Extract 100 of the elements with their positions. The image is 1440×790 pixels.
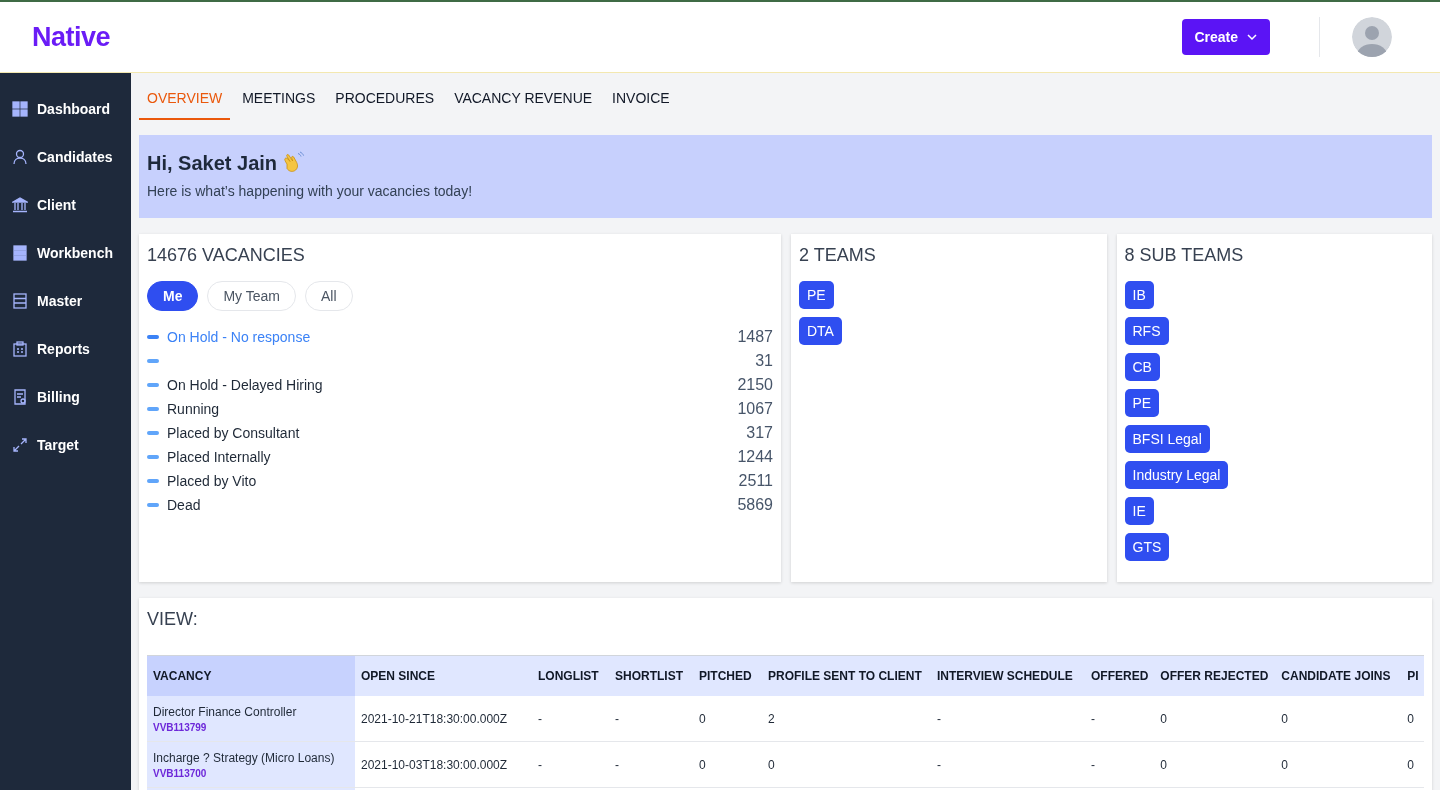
card-title: 14676 VACANCIES — [147, 244, 306, 267]
chevron-down-icon — [1246, 31, 1258, 43]
status-count: 1244 — [737, 448, 773, 466]
vacancy-name: Incharge ? Strategy (Micro Loans) — [153, 750, 336, 765]
column-header: INTERVIEW SCHEDULE — [931, 655, 1085, 696]
vacancy-code[interactable]: VVB113799 — [153, 721, 349, 733]
column-header: OPEN SINCE — [355, 655, 532, 696]
status-dash-icon — [147, 455, 159, 459]
table-cell: - — [1085, 696, 1155, 742]
logo[interactable]: Native — [32, 21, 111, 53]
status-count: 31 — [755, 352, 773, 370]
server-icon — [12, 245, 28, 261]
greeting-title: Hi, Saket Jain — [147, 151, 278, 175]
table-cell: 0 — [1154, 696, 1276, 742]
status-row[interactable]: Running 1067 — [147, 397, 773, 421]
receipt-icon — [12, 389, 28, 405]
table-cell: 2 — [762, 696, 931, 742]
status-row[interactable]: Placed by Consultant 317 — [147, 421, 773, 445]
table-cell: - — [609, 741, 693, 788]
team-tag[interactable]: PE — [799, 281, 834, 309]
sidebar-item[interactable]: Candidates — [0, 133, 131, 181]
status-row[interactable]: On Hold - Delayed Hiring 2150 — [147, 373, 773, 397]
card-title: 2 TEAMS — [799, 244, 876, 267]
bank-icon — [12, 197, 28, 213]
status-label: Running — [167, 401, 221, 417]
clipboard-icon — [12, 341, 28, 357]
sub-team-tag[interactable]: GTS — [1124, 533, 1170, 561]
sidebar-item[interactable]: Target — [0, 421, 131, 469]
table-cell: 0 — [1275, 696, 1402, 742]
column-header: VACANCY — [147, 655, 355, 696]
sidebar-item[interactable]: Client — [0, 181, 131, 229]
status-row[interactable]: Placed by Vito 2511 — [147, 469, 773, 493]
banner-subtitle: Here is what’s happening with your vacancies today! — [147, 183, 474, 199]
status-count: 317 — [746, 424, 773, 442]
status-count: 2150 — [737, 376, 773, 394]
status-count: 5869 — [737, 496, 773, 514]
status-label: Placed Internally — [167, 449, 272, 465]
status-count: 2511 — [738, 472, 773, 490]
status-row[interactable]: Placed Internally 1244 — [147, 445, 773, 469]
status-label: Placed by Vito — [167, 473, 258, 489]
sidebar-item[interactable]: Dashboard — [0, 85, 131, 133]
table-cell: 0 — [1401, 741, 1424, 788]
user-icon — [12, 149, 28, 165]
column-header: SHORTLIST — [609, 655, 693, 696]
table-cell: 0 — [693, 696, 762, 742]
sub-team-tag[interactable]: IE — [1124, 497, 1154, 525]
status-dash-icon — [147, 503, 159, 507]
card-title: VIEW: — [147, 608, 199, 631]
vacancy-code[interactable]: VVB113700 — [153, 767, 349, 779]
table-cell: 0 — [693, 741, 762, 788]
table-cell: 0 — [1275, 741, 1402, 788]
sub-team-tag[interactable]: RFS — [1124, 317, 1169, 345]
tab[interactable]: VACANCY REVENUE — [446, 90, 601, 120]
status-dash-icon — [147, 479, 159, 483]
status-row[interactable]: On Hold - No response 1487 — [147, 325, 773, 349]
create-button[interactable]: Create — [1182, 19, 1270, 55]
filter-pill[interactable]: All — [305, 281, 353, 311]
sub-team-tag[interactable]: CB — [1124, 353, 1160, 381]
sub-team-tag[interactable]: PE — [1124, 389, 1160, 417]
sidebar-item[interactable]: Reports — [0, 325, 131, 373]
sub-team-tag[interactable]: Industry Legal — [1124, 461, 1229, 489]
tab[interactable]: INVOICE — [604, 90, 678, 120]
waving-hand-icon — [281, 151, 306, 175]
table-cell: - — [931, 696, 1085, 742]
status-dash-icon — [147, 407, 159, 411]
sidebar-item[interactable]: Workbench — [0, 229, 131, 277]
card-title: 8 SUB TEAMS — [1124, 244, 1244, 267]
column-header: OFFERED — [1085, 655, 1155, 696]
status-count: 1067 — [737, 400, 773, 418]
status-dash-icon — [147, 383, 159, 387]
filter-pill[interactable]: Me — [147, 281, 199, 311]
status-dash-icon — [147, 359, 159, 363]
sub-team-tag[interactable]: IB — [1124, 281, 1154, 309]
status-row[interactable]: 31 — [147, 349, 773, 373]
filter-pill[interactable]: My Team — [207, 281, 296, 311]
avatar-icon[interactable] — [1352, 17, 1392, 57]
table-cell: 0 — [1401, 696, 1424, 742]
table-cell: - — [532, 741, 609, 788]
table-cell: 0 — [762, 741, 931, 788]
table-cell: 2021-10-21T18:30:00.000Z — [355, 696, 532, 742]
status-label: Dead — [167, 497, 202, 513]
column-header: LONGLIST — [532, 655, 609, 696]
list-icon — [12, 293, 28, 309]
column-header: OFFER REJECTED — [1154, 655, 1276, 696]
status-label: On Hold - No response — [167, 329, 312, 345]
table-cell: - — [532, 696, 609, 742]
sub-team-tag[interactable]: BFSI Legal — [1124, 425, 1210, 453]
sidebar-item[interactable]: Master — [0, 277, 131, 325]
team-tag[interactable]: DTA — [799, 317, 842, 345]
tab[interactable]: MEETINGS — [234, 90, 324, 120]
status-label: On Hold - Delayed Hiring — [167, 377, 324, 393]
table-cell: - — [931, 741, 1085, 788]
tab[interactable]: PROCEDURES — [327, 90, 443, 120]
status-row[interactable]: Dead 5869 — [147, 493, 773, 517]
table-cell: 0 — [1154, 741, 1276, 788]
vacancy-name: Director Finance Controller — [153, 704, 298, 719]
sidebar-item[interactable]: Billing — [0, 373, 131, 421]
column-header: PROFILE SENT TO CLIENT — [762, 655, 931, 696]
column-header: PI — [1401, 655, 1424, 696]
column-header: PITCHED — [693, 655, 762, 696]
